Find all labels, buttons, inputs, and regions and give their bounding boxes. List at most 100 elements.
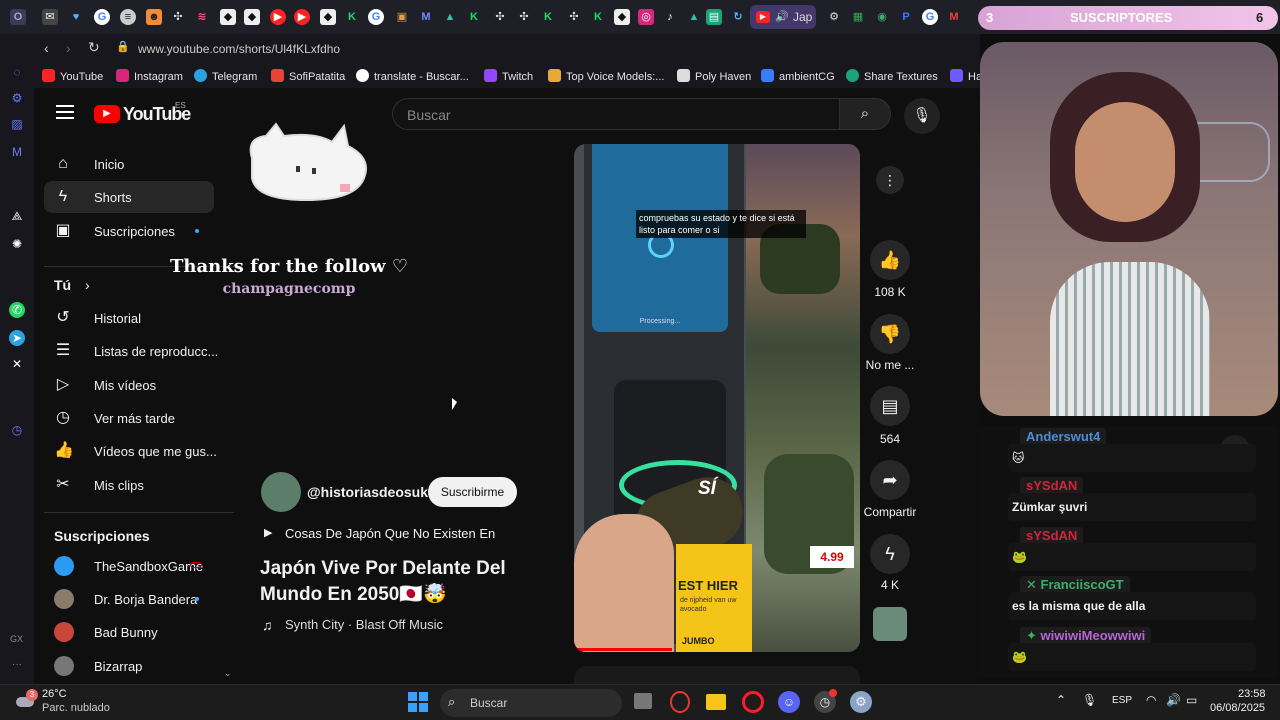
bookmark-youtube[interactable]: YouTube (42, 69, 103, 83)
tab-icon-16[interactable]: M (418, 9, 434, 25)
sub-bizarrap[interactable]: Bizarrap (44, 650, 214, 682)
tab-kick-icon-2[interactable]: K (466, 9, 482, 25)
tab-youtube-icon[interactable]: ▶ (270, 9, 286, 25)
dislike-button[interactable]: 👎 (870, 314, 910, 354)
scroll-down-icon[interactable]: ⌄ (224, 668, 232, 679)
back-icon[interactable]: ‹ (44, 40, 49, 56)
clock-time[interactable]: 23:58 (1238, 688, 1266, 700)
tab-youtube-icon-2[interactable]: ▶ (294, 9, 310, 25)
nav-mis-clips[interactable]: ✂ Mis clips (44, 469, 214, 501)
sound-thumbnail[interactable] (873, 607, 907, 641)
file-explorer-icon[interactable] (706, 694, 726, 710)
weather-temp[interactable]: 26°C (42, 688, 67, 700)
discord-icon[interactable]: ☺ (778, 691, 800, 713)
bookmark-sofipatatita[interactable]: SofiPatatita (271, 69, 345, 83)
reload-icon[interactable]: ↻ (88, 39, 100, 56)
youtube-logo-icon[interactable]: ▶ (94, 105, 120, 123)
weather-icon[interactable]: 3 (14, 689, 38, 713)
tab-kick-icon-3[interactable]: K (540, 9, 556, 25)
tab-icon-32[interactable]: ▦ (850, 9, 866, 25)
tab-icon-15[interactable]: ▣ (394, 9, 410, 25)
taskbar-search[interactable]: ⌕ Buscar (440, 689, 622, 717)
opera-gx-icon[interactable] (742, 691, 764, 713)
telegram-icon[interactable]: ➤ (9, 330, 25, 346)
sub-thesandboxgame[interactable]: TheSandboxGame (44, 550, 214, 582)
search-input[interactable]: Buscar (392, 98, 839, 130)
search-button[interactable]: ⌕ (839, 98, 891, 130)
bookmark-telegram[interactable]: Telegram (194, 69, 257, 83)
tab-icon-12[interactable]: ◆ (320, 9, 336, 25)
gx-icon[interactable]: GX (10, 634, 23, 644)
settings-icon[interactable]: ⚙ (850, 691, 872, 713)
like-button[interactable]: 👍 (870, 240, 910, 280)
volume-icon[interactable]: 🔊 (1166, 693, 1181, 707)
tab-icon-7[interactable]: ≋ (194, 9, 210, 25)
tab-icon-6[interactable]: ✣ (170, 9, 186, 25)
nav-inicio[interactable]: ⌂ Inicio (44, 148, 214, 180)
chatgpt-icon[interactable]: ✺ (9, 236, 25, 252)
language-indicator[interactable]: ESP (1112, 695, 1132, 706)
bookmark-share-textures[interactable]: Share Textures (846, 69, 938, 83)
sidebar-icon-4[interactable]: M (9, 144, 25, 160)
tab-icon-27[interactable]: ▲ (686, 9, 702, 25)
tab-icon-24[interactable]: ◆ (614, 9, 630, 25)
forward-icon[interactable]: › (66, 40, 71, 56)
tab-icon-28[interactable]: ▤ (706, 9, 722, 25)
tab-icon-2[interactable]: ♥ (68, 9, 84, 25)
playlist-link[interactable]: Cosas De Japón Que No Existen En (285, 526, 495, 541)
video-progress-bar[interactable] (574, 648, 672, 651)
sidebar-icon-3[interactable]: ▨ (9, 116, 25, 132)
weather-desc[interactable]: Parc. nublado (42, 702, 110, 714)
tab-paypal-icon[interactable]: P (898, 9, 914, 25)
chevron-up-icon[interactable]: ⌃ (1056, 693, 1066, 707)
sidebar-icon-5[interactable]: ⟁ (9, 208, 25, 224)
channel-name[interactable]: @historiasdeosuke (307, 484, 436, 500)
active-tab[interactable]: ▶ 🔊 Jap (750, 5, 816, 29)
bookmark-top-voice-models[interactable]: Top Voice Models:... (548, 69, 664, 83)
history-icon[interactable]: ◷ (9, 422, 25, 438)
tab-kick-icon-4[interactable]: K (590, 9, 606, 25)
tab-kick-icon[interactable]: K (344, 9, 360, 25)
more-options-icon[interactable]: ⋮ (876, 166, 904, 194)
microphone-icon[interactable]: 🎙 (1082, 693, 1097, 707)
comments-button[interactable]: ▤ (870, 386, 910, 426)
more-icon[interactable]: ··· (12, 659, 22, 670)
tab-icon-29[interactable]: ↻ (730, 9, 746, 25)
bookmark-twitch[interactable]: Twitch (484, 69, 533, 83)
nav-suscripciones[interactable]: ▣ Suscripciones (44, 215, 214, 247)
you-section-header[interactable]: Tú › (54, 277, 90, 293)
tab-icon-19[interactable]: ✣ (492, 9, 508, 25)
music-credit[interactable]: Synth City · Blast Off Music (285, 617, 443, 632)
tab-icon-31[interactable]: ⚙ (826, 9, 842, 25)
subscribe-button[interactable]: Suscribirme (428, 477, 517, 507)
voice-search-button[interactable]: 🎙 (904, 98, 940, 134)
speaker-icon[interactable]: 🔊 (775, 10, 789, 23)
tab-icon-22[interactable]: ✣ (566, 9, 582, 25)
bookmark-ha[interactable]: Ha (950, 69, 982, 83)
tab-icon-9[interactable]: ◆ (244, 9, 260, 25)
nav-mis-videos[interactable]: ▷ Mis vídeos (44, 369, 214, 401)
tab-icon-17[interactable]: ▲ (442, 9, 458, 25)
battery-icon[interactable]: ▭ (1186, 693, 1197, 707)
channel-avatar[interactable] (261, 472, 301, 512)
short-video-player[interactable]: Processing... SÍ EST HIER de rijpheid va… (574, 144, 860, 652)
whatsapp-icon[interactable]: ✆ (9, 302, 25, 318)
bookmark-ambientcg[interactable]: ambientCG (761, 69, 835, 83)
nav-liked-videos[interactable]: 👍 Vídeos que me gus... (44, 435, 217, 467)
sidebar-icon-2[interactable]: ⚙ (9, 90, 25, 106)
tab-google-icon[interactable]: G (94, 9, 110, 25)
windows-start-icon[interactable] (408, 692, 428, 712)
task-view-icon[interactable] (634, 693, 652, 709)
tab-google-icon-2[interactable]: G (368, 9, 384, 25)
opera-logo-icon[interactable]: O (10, 9, 26, 25)
sub-bad-bunny[interactable]: Bad Bunny (44, 616, 214, 648)
nav-ver-mas-tarde[interactable]: ◷ Ver más tarde (44, 402, 214, 434)
app-icon-red[interactable] (670, 691, 690, 713)
tab-tiktok-icon[interactable]: ♪ (662, 9, 678, 25)
tab-instagram-icon[interactable]: ◎ (638, 9, 654, 25)
sub-dr-borja-bandera[interactable]: Dr. Borja Bandera (44, 583, 214, 615)
nav-playlists[interactable]: ☰ Listas de reproducc... (44, 335, 218, 367)
remix-button[interactable]: ϟ (870, 534, 910, 574)
bookmark-poly-haven[interactable]: Poly Haven (677, 69, 751, 83)
share-button[interactable]: ➦ (870, 460, 910, 500)
